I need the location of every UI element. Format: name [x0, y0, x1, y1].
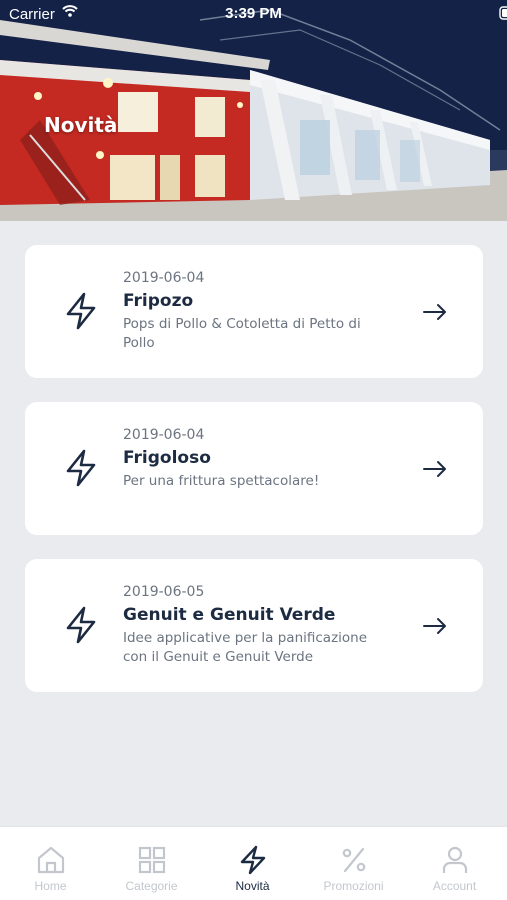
news-list: 2019-06-04 Fripozo Pops di Pollo & Cotol… — [25, 245, 483, 716]
tab-categorie[interactable]: Categorie — [101, 827, 202, 900]
tab-label: Account — [432, 879, 477, 893]
building-photo — [0, 0, 507, 221]
page-title: Novità — [44, 113, 118, 137]
tab-account[interactable]: Account — [404, 827, 505, 900]
percent-icon — [342, 847, 366, 873]
tab-label: Novità — [235, 879, 270, 893]
news-description: Idee applicative per la panificazione co… — [123, 630, 368, 665]
tab-label: Categorie — [125, 879, 178, 893]
news-date: 2019-06-05 — [123, 584, 205, 600]
tab-bar: Home Categorie Novità Promozioni Account — [0, 826, 507, 900]
grid-icon — [138, 846, 166, 874]
status-time: 3:39 PM — [225, 5, 282, 22]
news-title: Fripozo — [123, 291, 194, 311]
arrow-right-icon — [423, 460, 447, 482]
lightning-icon — [64, 292, 98, 334]
user-icon — [442, 846, 468, 873]
lightning-icon — [240, 845, 266, 875]
tab-label: Promozioni — [323, 879, 384, 893]
tab-label: Home — [34, 879, 67, 893]
arrow-right-icon — [423, 303, 447, 325]
news-date: 2019-06-04 — [123, 427, 205, 443]
news-card[interactable]: 2019-06-04 Frigoloso Per una frittura sp… — [25, 402, 483, 535]
lightning-icon — [64, 449, 98, 491]
header-banner: Carrier 3:39 PM Novità — [0, 0, 507, 221]
news-description: Pops di Pollo & Cotoletta di Petto di Po… — [123, 316, 361, 351]
news-card[interactable]: 2019-06-04 Fripozo Pops di Pollo & Cotol… — [25, 245, 483, 378]
tab-novita[interactable]: Novità — [202, 827, 303, 900]
news-title: Genuit e Genuit Verde — [123, 605, 336, 625]
news-title: Frigoloso — [123, 448, 211, 468]
tab-promozioni[interactable]: Promozioni — [303, 827, 404, 900]
lightning-icon — [64, 606, 98, 648]
arrow-right-icon — [423, 617, 447, 639]
news-description: Per una frittura spettacolare! — [123, 473, 320, 489]
status-bar: Carrier 3:39 PM — [0, 0, 507, 28]
tab-home[interactable]: Home — [0, 827, 101, 900]
news-card[interactable]: 2019-06-05 Genuit e Genuit Verde Idee ap… — [25, 559, 483, 692]
news-date: 2019-06-04 — [123, 270, 205, 286]
home-icon — [37, 846, 65, 874]
